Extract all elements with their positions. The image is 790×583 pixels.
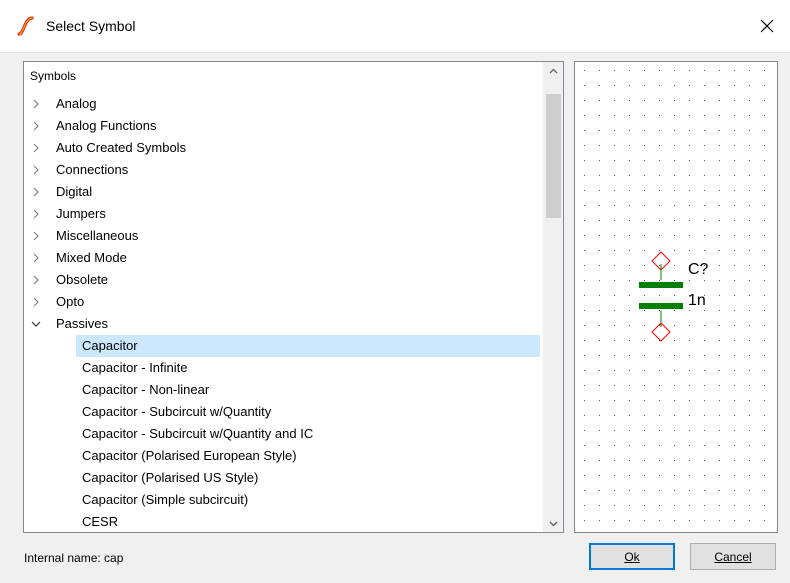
symbol-list-item[interactable]: Capacitor - Non-linear bbox=[76, 379, 540, 401]
app-logo-icon bbox=[17, 16, 34, 36]
chevron-up-icon bbox=[549, 68, 557, 73]
symbol-list-item[interactable]: Capacitor (Polarised US Style) bbox=[76, 467, 540, 489]
symbol-list-item[interactable]: Capacitor (Simple subcircuit) bbox=[76, 489, 540, 511]
symbol-list-item[interactable]: Capacitor bbox=[76, 335, 540, 357]
window-title: Select Symbol bbox=[46, 18, 136, 34]
chevron-right-icon[interactable] bbox=[31, 297, 41, 307]
scroll-down-button[interactable] bbox=[543, 515, 563, 532]
tree-category-label: Miscellaneous bbox=[56, 228, 139, 243]
symbol-list-item-label: Capacitor - Subcircuit w/Quantity and IC bbox=[82, 426, 314, 441]
cancel-button[interactable]: Cancel bbox=[690, 543, 776, 570]
internal-name-label: Internal name: cap bbox=[24, 551, 124, 565]
symbol-list-item[interactable]: Capacitor - Infinite bbox=[76, 357, 540, 379]
ok-button-label: Ok bbox=[624, 549, 640, 564]
symbol-list-item-label: CESR bbox=[82, 514, 119, 529]
symbol-preview: C? 1n bbox=[574, 61, 778, 533]
title-bar: Select Symbol bbox=[0, 0, 790, 53]
chevron-right-icon[interactable] bbox=[31, 99, 41, 109]
scroll-thumb[interactable] bbox=[546, 94, 561, 218]
symbol-list-item-label: Capacitor - Infinite bbox=[82, 360, 188, 375]
chevron-right-icon[interactable] bbox=[31, 253, 41, 263]
symbol-list-item[interactable]: Capacitor (Polarised European Style) bbox=[76, 445, 540, 467]
tree-category-label: Digital bbox=[56, 184, 93, 199]
chevron-right-icon[interactable] bbox=[31, 187, 41, 197]
symbol-list-item-label: Capacitor (Polarised European Style) bbox=[82, 448, 297, 463]
symbol-list-item-label: Capacitor - Subcircuit w/Quantity bbox=[82, 404, 272, 419]
chevron-right-icon[interactable] bbox=[31, 275, 41, 285]
grid-dots bbox=[584, 70, 765, 521]
tree-header: Symbols bbox=[30, 69, 77, 83]
tree-category-label: Jumpers bbox=[56, 206, 106, 221]
tree-category-label: Opto bbox=[56, 294, 85, 309]
chevron-right-icon[interactable] bbox=[31, 209, 41, 219]
chevron-down-icon bbox=[549, 521, 557, 526]
close-icon bbox=[760, 19, 774, 33]
tree-category-label: Connections bbox=[56, 162, 129, 177]
chevron-right-icon[interactable] bbox=[31, 231, 41, 241]
symbol-list-item-label: Capacitor (Polarised US Style) bbox=[82, 470, 259, 485]
preview-grid bbox=[584, 70, 765, 521]
symbol-list-item-label: Capacitor bbox=[82, 338, 138, 353]
symbol-tree[interactable]: Symbols Analog Analog Functions Auto Creat… bbox=[23, 61, 564, 533]
close-button[interactable] bbox=[744, 0, 790, 52]
tree-category-label: Analog bbox=[56, 96, 97, 111]
symbol-list-item-label: Capacitor (Simple subcircuit) bbox=[82, 492, 249, 507]
capacitor-plate-top bbox=[639, 282, 683, 288]
component-value-label: 1n bbox=[688, 292, 706, 309]
capacitor-plate-bottom bbox=[639, 303, 683, 309]
chevron-right-icon[interactable] bbox=[31, 121, 41, 131]
scroll-up-button[interactable] bbox=[543, 62, 563, 79]
chevron-right-icon[interactable] bbox=[31, 165, 41, 175]
ok-button[interactable]: Ok bbox=[589, 543, 675, 570]
cancel-button-label: Cancel bbox=[714, 549, 752, 564]
chevron-right-icon[interactable] bbox=[31, 143, 41, 153]
tree-category-label: Analog Functions bbox=[56, 118, 157, 133]
tree-category-label: Auto Created Symbols bbox=[56, 140, 187, 155]
component-ref-label: C? bbox=[688, 261, 709, 278]
symbol-tree-content: Symbols Analog Analog Functions Auto Creat… bbox=[24, 62, 542, 532]
tree-category-label: Passives bbox=[56, 316, 109, 331]
symbol-list-item[interactable]: Capacitor - Subcircuit w/Quantity bbox=[76, 401, 540, 423]
symbol-list-item[interactable]: CESR bbox=[76, 511, 540, 532]
tree-category-label: Obsolete bbox=[56, 272, 109, 287]
symbol-list-item[interactable]: Capacitor - Subcircuit w/Quantity and IC bbox=[76, 423, 540, 445]
tree-category-label: Mixed Mode bbox=[56, 250, 127, 265]
symbol-list-item-label: Capacitor - Non-linear bbox=[82, 382, 210, 397]
chevron-down-icon[interactable] bbox=[31, 319, 41, 329]
vertical-scrollbar[interactable] bbox=[543, 62, 563, 532]
